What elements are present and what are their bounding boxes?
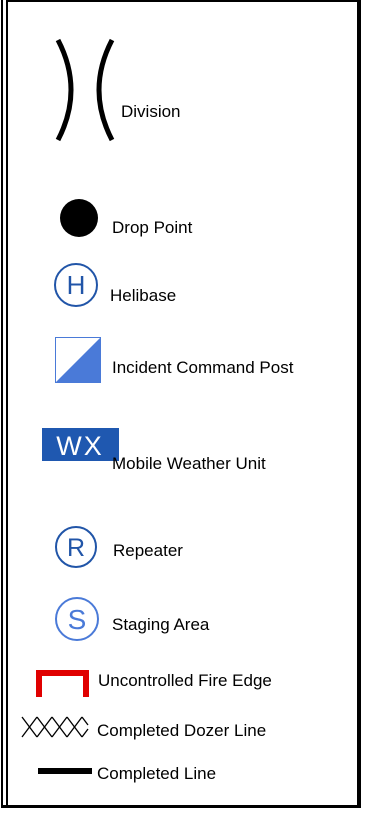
wx-box-icon: WX <box>42 428 119 461</box>
thick-line-icon <box>38 768 92 774</box>
legend-label-division: Division <box>121 102 181 121</box>
h-circle-icon: H <box>54 263 98 307</box>
frame-bottom-border <box>1 805 361 808</box>
filled-circle-icon <box>60 199 98 237</box>
crosshatch-line-icon <box>21 716 89 738</box>
repeater-glyph: R <box>67 534 85 562</box>
frame-top-border <box>6 0 361 2</box>
legend-label-staging: Staging Area <box>112 615 210 634</box>
legend-label-drop-point: Drop Point <box>112 218 193 237</box>
division-brackets-icon <box>55 38 115 142</box>
legend-label-weather: Mobile Weather Unit <box>112 454 266 473</box>
s-circle-icon: S <box>55 597 99 641</box>
red-bracket-icon <box>36 670 89 697</box>
legend-label-icp: Incident Command Post <box>112 358 294 377</box>
legend-label-completed-line: Completed Line <box>97 764 217 783</box>
icp-square-icon <box>55 337 101 383</box>
helibase-glyph: H <box>67 270 86 300</box>
legend-label-dozer: Completed Dozer Line <box>97 721 267 740</box>
weather-glyph: WX <box>56 431 104 461</box>
frame-left-border <box>1 0 3 807</box>
legend-label-fire-edge: Uncontrolled Fire Edge <box>98 671 272 690</box>
staging-glyph: S <box>68 604 87 635</box>
legend-label-repeater: Repeater <box>113 541 183 560</box>
legend-label-helibase: Helibase <box>110 286 177 305</box>
frame-right-border <box>357 0 361 807</box>
r-circle-icon: R <box>55 526 97 568</box>
frame-left-inner-border <box>6 0 8 807</box>
